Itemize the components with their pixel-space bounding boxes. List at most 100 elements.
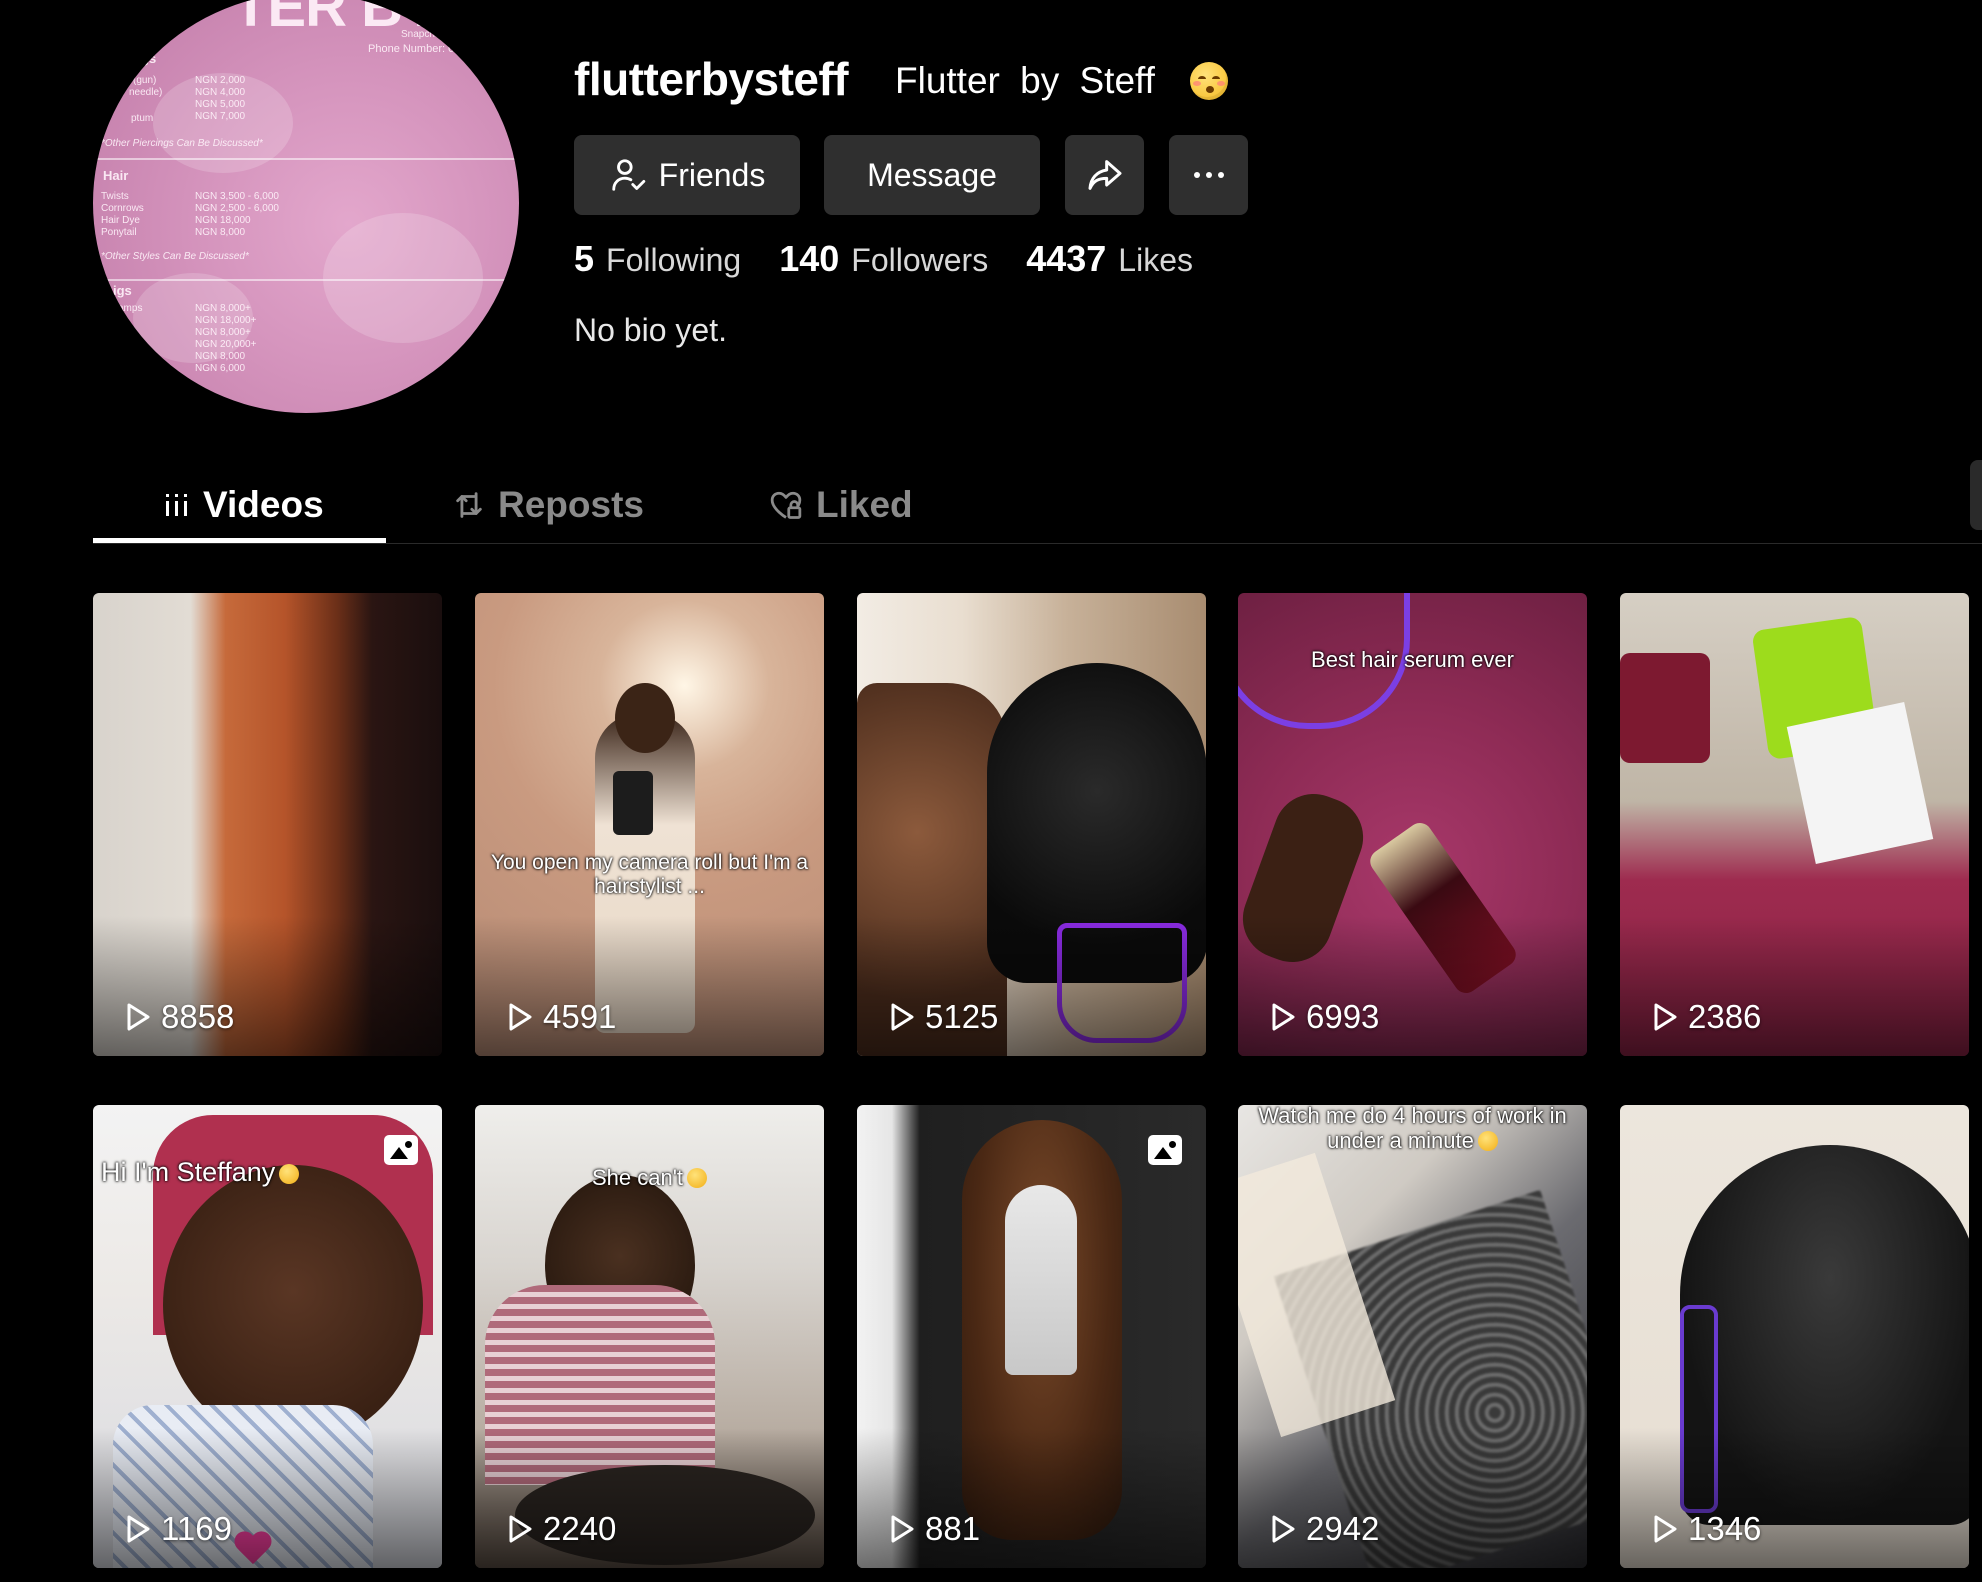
message-button[interactable]: Message [824,135,1040,215]
tab-videos[interactable]: Videos [163,474,324,536]
avatar-text: Ponytail [101,227,137,238]
play-icon [509,1515,532,1543]
avatar-text: vamps [113,303,143,314]
avatar-text: NGN 2,500 - 6,000 [195,203,279,214]
avatar-text: NGN 20,000+ [195,339,257,350]
kissing-face-emoji-icon [1190,62,1228,100]
view-count-value: 2942 [1306,1510,1380,1547]
play-icon [1654,1515,1677,1543]
play-icon [891,1003,914,1031]
video-tile[interactable]: 8858 [93,593,442,1056]
view-count: 1346 [1652,1510,1761,1548]
view-count: 8858 [125,998,234,1036]
play-icon [891,1515,914,1543]
liked-heart-lock-icon [770,491,802,519]
avatar-text: NGN 8,000 [195,351,246,362]
play-icon [1654,1003,1677,1031]
user-check-icon [611,159,645,191]
view-count: 4591 [507,998,616,1036]
more-options-button[interactable] [1169,135,1248,215]
video-tile[interactable]: 881 [857,1105,1206,1568]
avatar-text: NGN 2,000 [195,75,246,86]
tab-liked[interactable]: Liked [768,474,913,536]
avatar[interactable]: TER BY ST Snapchat Phone Number: 070 gs … [93,0,519,413]
followers-stat[interactable]: 140 Followers [779,238,988,280]
play-icon [509,1003,532,1031]
avatar-text: NGN 4,000 [195,87,246,98]
nickname: Flutter by Steff [895,60,1155,101]
play-icon [127,1515,150,1543]
avatar-text: Snapchat [401,29,444,40]
photo-carousel-icon [384,1135,418,1165]
tab-videos-label: Videos [203,484,324,525]
view-count-value: 6993 [1306,998,1380,1035]
avatar-text: Hair Dye [101,215,140,226]
more-dots-icon [1193,172,1224,178]
avatar-text: NGN 18,000+ [195,315,257,326]
avatar-text: NGN 6,000 [195,363,246,374]
avatar-text: NGN 7,000 [195,111,246,122]
video-tile[interactable]: 2386 [1620,593,1969,1056]
video-caption: She can't [475,1165,824,1190]
video-tile[interactable]: Watch me do 4 hours of work in under a m… [1238,1105,1587,1568]
view-count-value: 2386 [1688,998,1762,1035]
play-icon [1272,1515,1295,1543]
play-icon [127,1003,150,1031]
video-tile[interactable]: 5125 [857,593,1206,1056]
tab-reposts[interactable]: Reposts [452,474,644,536]
videos-grid-icon [166,494,187,516]
avatar-text: igs [113,283,132,298]
view-count: 5125 [889,998,998,1036]
scroll-handle[interactable] [1970,460,1982,530]
following-count: 5 [574,238,595,279]
bio: No bio yet. [574,312,727,348]
avatar-text: NGN 8,000+ [195,303,251,314]
avatar-text: Phone Number: 070 [368,43,467,55]
photo-carousel-icon [1148,1135,1182,1165]
avatar-text: NGN 8,000+ [195,327,251,338]
avatar-text: NGN 3,500 - 6,000 [195,191,279,202]
followers-count: 140 [779,238,840,279]
following-label: Following [606,242,742,278]
avatar-text: *Other Styles Can Be Discussed* [101,251,249,262]
video-tile[interactable]: She can't 2240 [475,1105,824,1568]
laughing-emoji-icon [279,1164,300,1184]
likes-count: 4437 [1026,238,1107,279]
username: flutterbysteff [574,53,849,105]
grimacing-emoji-icon [687,1168,708,1188]
share-arrow-icon [1088,160,1121,190]
share-button[interactable] [1065,135,1144,215]
grimacing-emoji-icon [1477,1131,1498,1152]
view-count: 881 [889,1510,980,1548]
view-count-value: 1346 [1688,1510,1762,1547]
video-tile[interactable]: Hi I'm Steffany 1169 [93,1105,442,1568]
view-count-value: 4591 [543,998,617,1035]
avatar-text: *Other Piercings Can Be Discussed* [101,138,263,149]
following-stat[interactable]: 5 Following [574,238,741,280]
view-count: 2240 [507,1510,616,1548]
profile-stats: 5 Following 140 Followers 4437 Likes [574,238,1231,280]
repost-icon [456,492,482,518]
video-tile[interactable]: 1346 [1620,1105,1969,1568]
avatar-divider [93,158,519,160]
likes-label: Likes [1118,242,1193,278]
video-tile[interactable]: Best hair serum ever 6993 [1238,593,1587,1056]
video-caption: You open my camera roll but I'm a hairst… [490,851,809,899]
tab-reposts-label: Reposts [498,484,644,525]
tab-liked-label: Liked [816,484,913,525]
avatar-text: ptum [131,113,154,124]
view-count: 1169 [125,1510,232,1548]
view-count-value: 2240 [543,1510,617,1547]
view-count: 2942 [1270,1510,1379,1548]
video-caption: Best hair serum ever [1311,647,1514,672]
view-count-value: 8858 [161,998,235,1035]
avatar-text: NGN 8,000 [195,227,246,238]
view-count-value: 1169 [161,1510,232,1547]
tabs-divider [93,543,1982,544]
avatar-brand-text: TER BY ST [233,0,519,39]
video-tile[interactable]: You open my camera roll but I'm a hairst… [475,593,824,1056]
avatar-divider [93,279,519,281]
friends-button[interactable]: Friends [574,135,800,215]
avatar-text: NGN 18,000 [195,215,251,226]
avatar-text: Cornrows [101,203,144,214]
